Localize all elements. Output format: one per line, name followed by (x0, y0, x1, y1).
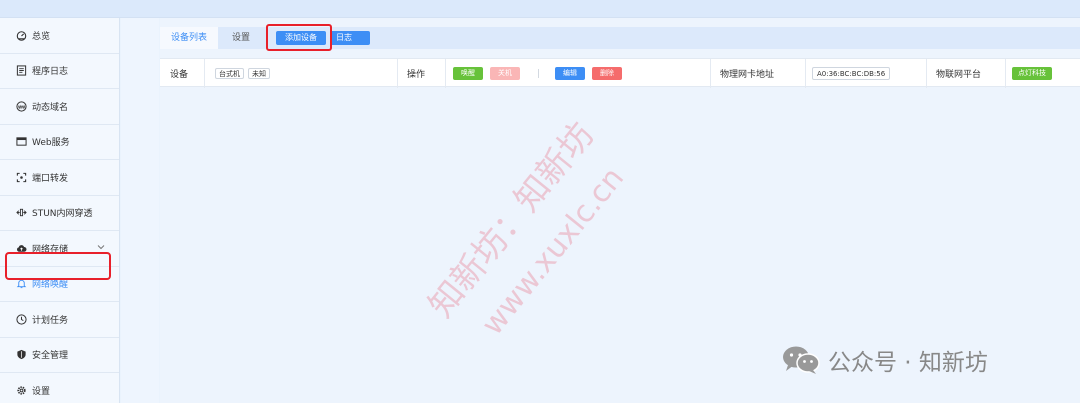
port-forward-icon (15, 171, 27, 183)
sidebar-item-label: 总览 (32, 31, 51, 42)
tab-device-list[interactable]: 设备列表 (160, 27, 218, 49)
shield-icon (15, 349, 27, 361)
log-button[interactable]: 日志 (330, 31, 370, 45)
device-type-tag: 台式机 (215, 68, 244, 79)
top-header-bar (0, 0, 1080, 18)
secondary-panel (121, 18, 159, 403)
dashboard-icon (15, 29, 27, 41)
sidebar-item-security[interactable]: 安全管理 (0, 338, 119, 373)
iot-platform-label: 物联网平台 (936, 70, 982, 80)
clock-icon (15, 313, 27, 325)
column-divider (805, 59, 806, 88)
device-status-tag: 未知 (248, 68, 270, 79)
sidebar-item-network-storage[interactable]: 网络存储 (0, 231, 119, 267)
column-divider (710, 59, 711, 88)
device-tags: 台式机 未知 (215, 59, 274, 88)
log-icon (15, 65, 27, 77)
chevron-down-icon[interactable] (97, 243, 105, 251)
www-icon (15, 100, 27, 112)
delete-button[interactable]: 删除 (592, 67, 622, 80)
column-divider (397, 59, 398, 88)
sidebar-item-port-forward[interactable]: 端口转发 (0, 160, 119, 196)
sidebar-item-label: STUN内网穿透 (32, 209, 93, 220)
sidebar-item-label: 安全管理 (32, 351, 69, 362)
mac-address-value: A0:36:BC:BC:DB:56 (812, 67, 891, 80)
operations-label: 操作 (407, 70, 426, 80)
tab-bar: 设备列表 设置 添加设备 日志 (160, 27, 1080, 49)
stun-icon (15, 207, 27, 219)
wechat-icon (783, 346, 820, 374)
sidebar-item-label: Web服务 (32, 138, 70, 149)
shutdown-button[interactable]: 关机 (490, 67, 520, 80)
wake-button[interactable]: 唤醒 (453, 67, 483, 80)
tab-settings[interactable]: 设置 (222, 27, 260, 49)
sidebar-item-label: 程序日志 (32, 67, 69, 78)
sidebar-item-stun[interactable]: STUN内网穿透 (0, 196, 119, 231)
wechat-brand: 公众号 · 知新坊 (782, 343, 988, 377)
edit-button[interactable]: 编辑 (555, 67, 585, 80)
column-divider (445, 59, 446, 88)
sidebar-item-label: 网络唤醒 (32, 280, 69, 291)
sidebar-item-program-log[interactable]: 程序日志 (0, 54, 119, 89)
column-divider (1005, 59, 1006, 88)
sidebar-item-label: 动态域名 (32, 102, 69, 113)
column-divider (204, 59, 205, 88)
sidebar-item-label: 网络存储 (32, 244, 69, 255)
sidebar-item-ddns[interactable]: 动态域名 (0, 89, 119, 125)
sidebar-item-label: 计划任务 (32, 315, 69, 326)
cloud-icon (15, 242, 27, 254)
sidebar-item-label: 设置 (32, 386, 51, 397)
device-label: 设备 (170, 70, 189, 80)
sidebar-item-overview[interactable]: 总览 (0, 18, 119, 54)
mac-address-label: 物理网卡地址 (720, 70, 775, 80)
sidebar-item-web-service[interactable]: Web服务 (0, 125, 119, 160)
browser-icon (15, 136, 27, 148)
sidebar-item-settings[interactable]: 设置 (0, 373, 119, 403)
add-device-button[interactable]: 添加设备 (276, 31, 326, 45)
device-table-row: 设备 台式机 未知 操作 唤醒 关机 编辑 删除 物理网卡地址 A0:36:BC… (160, 58, 1080, 88)
sidebar-item-label: 端口转发 (32, 173, 69, 184)
iot-platform-tag: 点灯科技 (1012, 67, 1052, 80)
brand-text: 公众号 · 知新坊 (828, 350, 988, 376)
gear-icon (15, 384, 27, 396)
button-divider (538, 69, 539, 78)
sidebar-item-scheduled-tasks[interactable]: 计划任务 (0, 302, 119, 338)
bell-icon (15, 278, 27, 290)
sidebar-item-wake-on-lan[interactable]: 网络唤醒 (0, 267, 119, 302)
column-divider (926, 59, 927, 88)
sidebar: 总览 程序日志 动态域名 Web服务 端口转发 STUN内网穿透 网络存储 网络… (0, 18, 120, 403)
